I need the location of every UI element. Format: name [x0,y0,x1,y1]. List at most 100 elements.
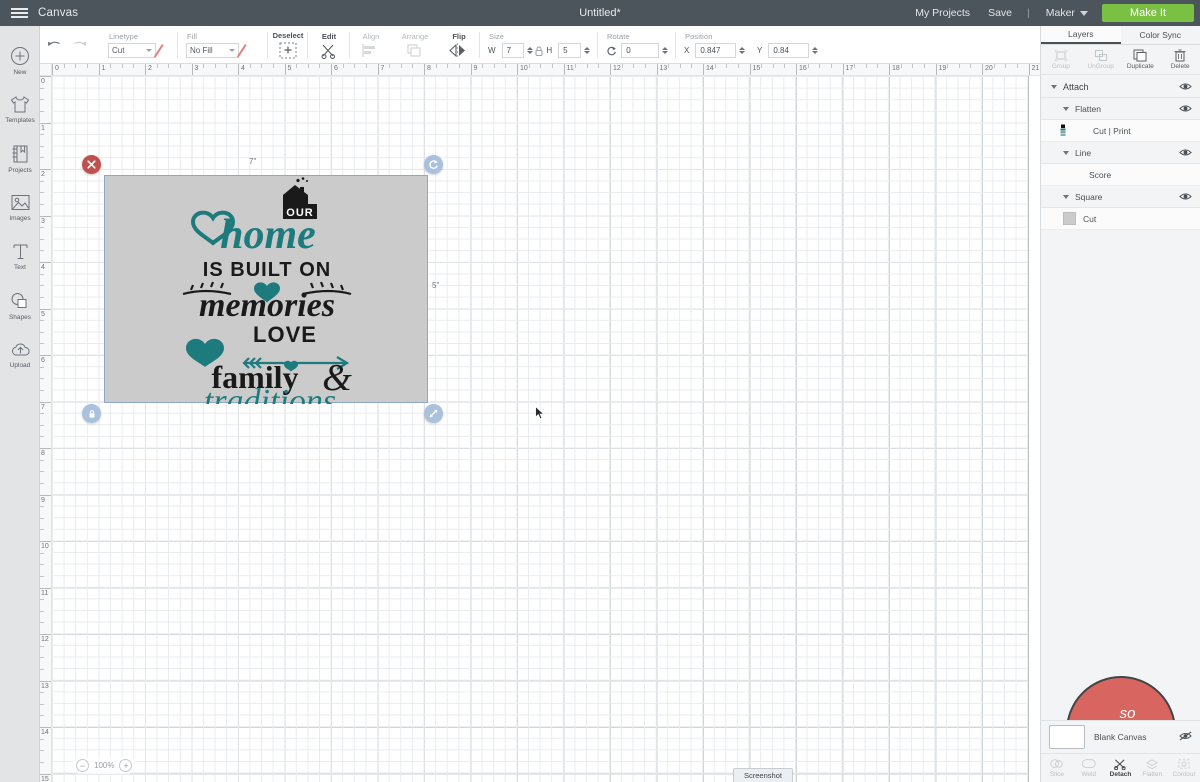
screenshot-taskbar-chip[interactable]: Screenshot [733,768,793,782]
rotate-handle[interactable] [424,155,443,174]
photo-icon [11,195,29,210]
selected-object[interactable]: OUR home IS BUILT ON memories LOVE famil… [104,175,428,404]
canvas-area[interactable]: 0 1 2 3 4 5 6 7 8 9 10 11 12 13 14 15 16 17 18 19 20 21 01234… [40,64,1040,782]
detach-button[interactable]: Detach [1105,754,1137,782]
size-height-input[interactable]: 5 [558,43,581,58]
flatten-button[interactable]: Flatten [1136,754,1168,782]
zoom-out-button[interactable]: − [76,759,89,772]
ungroup-button[interactable]: UnGroup [1081,45,1121,74]
position-x-input[interactable]: 0.847 [695,43,736,58]
layer-row-cut[interactable]: Cut [1041,208,1200,230]
fill-color-swatch[interactable] [243,43,260,58]
ruler-tick [517,64,518,75]
plus-circle-icon [11,46,29,65]
ruler-tick [342,64,344,68]
size-group: Size W 7 H 5 [480,26,598,64]
canvas-thumbnail[interactable] [1049,725,1085,749]
linetype-color-swatch[interactable] [160,43,170,58]
my-projects-link[interactable]: My Projects [906,7,979,19]
sidebar-item-shapes[interactable]: Shapes [0,281,40,330]
layer-row-flatten[interactable]: Flatten [1041,98,1200,120]
save-button[interactable]: Save [979,7,1021,19]
layer-label-attach: Attach [1063,81,1089,92]
sidebar-item-text[interactable]: Text [0,232,40,281]
ruler-tick [610,64,611,75]
ruler-tick [633,64,635,68]
rotate-icon [607,46,616,55]
right-panel: Layers Color Sync Group UnGroup Duplicat… [1040,26,1200,782]
cut-color-chip[interactable] [1063,212,1076,225]
delete-button[interactable]: Delete [1160,45,1200,74]
fill-select[interactable]: No Fill [186,43,240,58]
size-width-input[interactable]: 7 [501,43,525,58]
chevron-down-icon[interactable] [1063,106,1069,111]
rotate-stepper[interactable] [662,46,668,55]
edit-button[interactable]: Edit [320,32,339,59]
blank-canvas-row[interactable]: Blank Canvas [1041,721,1200,753]
make-it-button[interactable]: Make It [1101,4,1194,22]
visibility-toggle-attach[interactable] [1179,78,1192,96]
fill-group: Fill No Fill [178,26,268,64]
eye-icon [1179,192,1192,200]
ruler-tick [156,64,158,68]
undo-icon[interactable] [46,39,62,52]
align-button[interactable]: Align [362,32,380,58]
position-y-label: Y [757,46,763,55]
sidebar-item-templates[interactable]: Templates [0,85,40,134]
sidebar-item-new[interactable]: New [0,36,40,85]
ruler-label-h: 3 [194,65,199,72]
ruler-label-h: 21 [1031,65,1040,72]
group-button[interactable]: Group [1041,45,1081,74]
ruler-tick [249,64,251,68]
layer-row-line[interactable]: Line [1041,142,1200,164]
layer-row-cut-print[interactable]: Cut | Print [1041,120,1200,142]
rotate-input[interactable]: 0 [621,43,659,58]
align-group: Align [350,26,392,64]
sidebar-item-projects[interactable]: Projects [0,134,40,183]
sidebar-item-images[interactable]: Images [0,183,40,232]
ruler-tick [365,64,367,68]
hamburger-menu-icon[interactable] [0,0,38,26]
redo-icon[interactable] [72,39,88,52]
machine-selector[interactable]: Maker [1036,7,1096,19]
layer-row-score[interactable]: Score [1041,164,1200,186]
visibility-toggle-line[interactable] [1179,144,1192,162]
zoom-in-button[interactable]: + [119,759,133,772]
deselect-button[interactable]: Deselect [273,31,303,59]
position-y-input[interactable]: 0.84 [768,43,809,58]
duplicate-button[interactable]: Duplicate [1121,45,1161,74]
arrange-button[interactable]: Arrange [402,32,428,58]
right-panel-tabs: Layers Color Sync [1041,26,1200,45]
layer-row-square[interactable]: Square [1041,186,1200,208]
visibility-toggle-square[interactable] [1179,188,1192,206]
chevron-down-icon[interactable] [1063,150,1069,155]
visibility-toggle-flatten[interactable] [1179,100,1192,118]
flatten-icon [1146,759,1159,770]
slice-button[interactable]: Slice [1041,754,1073,782]
delete-handle[interactable] [82,155,101,174]
weld-button[interactable]: Weld [1073,754,1105,782]
detach-label: Detach [1109,771,1132,778]
contour-label: Contour [1172,771,1196,778]
lock-icon[interactable] [533,45,545,57]
resize-handle[interactable] [424,404,443,423]
canvas-visibility-toggle[interactable] [1179,728,1192,746]
position-x-stepper[interactable] [739,46,745,55]
flip-button[interactable]: Flip [449,32,469,58]
grid-area[interactable]: OUR home IS BUILT ON memories LOVE famil… [52,76,1040,782]
close-x-icon [87,160,96,169]
position-y-stepper[interactable] [812,46,818,55]
contour-button[interactable]: Contour [1168,754,1200,782]
duplicate-icon [1133,49,1147,62]
tab-layers[interactable]: Layers [1041,26,1121,44]
tab-color-sync[interactable]: Color Sync [1121,26,1200,44]
linetype-select[interactable]: Cut [108,43,156,58]
size-height-stepper[interactable] [584,46,590,55]
layer-row-attach[interactable]: Attach [1041,76,1200,98]
chevron-down-icon[interactable] [1051,84,1057,89]
lock-icon [89,409,94,418]
slice-icon [1050,759,1063,768]
chevron-down-icon[interactable] [1063,194,1069,199]
lock-aspect-handle[interactable] [82,404,101,423]
sidebar-item-upload[interactable]: Upload [0,330,40,379]
